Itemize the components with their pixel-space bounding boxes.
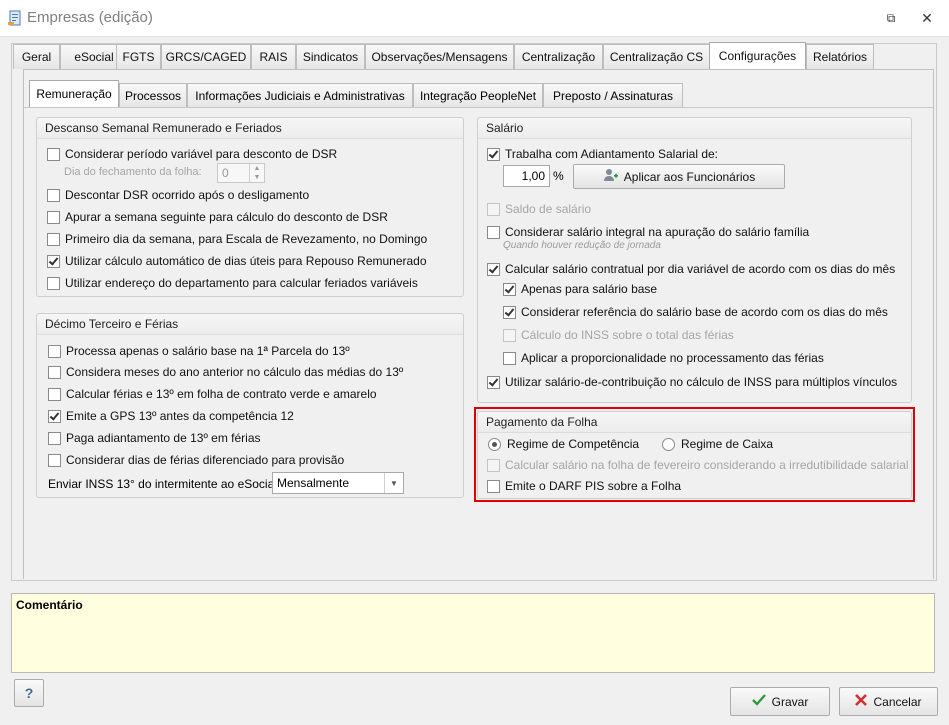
inss-intermitente-label: Enviar INSS 13° do intermitente ao eSoci… <box>48 477 277 491</box>
apply-to-employees-button[interactable]: Aplicar aos Funcionários <box>573 164 785 189</box>
dsr-group-title: Descanso Semanal Remunerado e Feriados <box>37 118 463 139</box>
dsr-periodo-variavel-checkbox[interactable]: Considerar período variável para descont… <box>47 147 337 161</box>
regime-competencia-radio[interactable]: Regime de Competência <box>488 437 639 451</box>
salario-group-title: Salário <box>478 118 911 139</box>
apenas-salario-base-checkbox[interactable]: Apenas para salário base <box>503 282 657 296</box>
tab-observacoes[interactable]: Observações/Mensagens <box>365 44 514 69</box>
tab-rais[interactable]: RAIS <box>251 44 296 69</box>
spinner-arrows-icon[interactable]: ▲ ▼ <box>249 164 264 182</box>
dsr-desligamento-checkbox[interactable]: Descontar DSR ocorrido após o desligamen… <box>47 188 309 202</box>
salario-contratual-checkbox[interactable]: Calcular salário contratual por dia vari… <box>487 262 895 276</box>
checkmark-icon <box>751 694 766 709</box>
percent-sign: % <box>553 169 564 183</box>
tab-relatorios[interactable]: Relatórios <box>806 44 874 69</box>
sub-tabs: Remuneração Processos Informações Judici… <box>29 80 729 108</box>
closing-day-spinner[interactable]: 0 ▲ ▼ <box>217 163 265 183</box>
saldo-salario-checkbox[interactable]: Saldo de salário <box>487 202 591 216</box>
app-icon <box>8 10 22 26</box>
decimo-dias-ferias-checkbox[interactable]: Considerar dias de férias diferenciado p… <box>48 453 344 467</box>
fevereiro-irredutibilidade-checkbox[interactable]: Calcular salário na folha de fevereiro c… <box>487 458 909 472</box>
decimo-meses-anterior-checkbox[interactable]: Considera meses do ano anterior no cálcu… <box>48 365 403 379</box>
adiantamento-percent-input[interactable]: 1,00 <box>503 165 550 187</box>
salario-integral-checkbox[interactable]: Considerar salário integral na apuração … <box>487 225 809 239</box>
chevron-down-icon[interactable]: ▼ <box>384 473 403 493</box>
tab-geral[interactable]: Geral <box>13 44 60 69</box>
subtab-integracao-peoplenet[interactable]: Integração PeopleNet <box>413 83 543 107</box>
tab-configuracoes[interactable]: Configurações <box>709 42 806 69</box>
comment-label: Comentário <box>16 598 83 612</box>
closing-day-label: Dia do fechamento da folha: <box>64 166 202 178</box>
help-icon: ? <box>24 685 34 701</box>
tab-centralizacao-cs[interactable]: Centralização CS <box>603 44 710 69</box>
referencia-salario-base-checkbox[interactable]: Considerar referência do salário base de… <box>503 305 888 319</box>
tab-sindicatos[interactable]: Sindicatos <box>296 44 365 69</box>
cancel-button[interactable]: Cancelar <box>839 687 938 716</box>
decimo-salario-base-checkbox[interactable]: Processa apenas o salário base na 1ª Par… <box>48 344 350 358</box>
dsr-group: Descanso Semanal Remunerado e Feriados <box>36 117 464 297</box>
restore-button[interactable]: ⧉ <box>882 9 900 27</box>
proporcionalidade-ferias-checkbox[interactable]: Aplicar a proporcionalidade no processam… <box>503 351 824 365</box>
regime-caixa-radio[interactable]: Regime de Caixa <box>662 437 773 451</box>
comment-area[interactable]: Comentário <box>11 593 935 673</box>
dsr-semana-seguinte-checkbox[interactable]: Apurar a semana seguinte para cálculo do… <box>47 210 388 224</box>
subtab-processos[interactable]: Processos <box>119 83 187 107</box>
decimo-group-title: Décimo Terceiro e Férias <box>37 314 463 335</box>
tab-fgts[interactable]: FGTS <box>116 44 161 69</box>
salario-contribuicao-checkbox[interactable]: Utilizar salário-de-contribuição no cálc… <box>487 375 897 389</box>
decimo-group: Décimo Terceiro e Férias <box>36 313 464 498</box>
window-title: Empresas (edição) <box>27 9 153 26</box>
close-button[interactable]: ✕ <box>918 9 936 27</box>
decimo-gps-checkbox[interactable]: Emite a GPS 13º antes da competência 12 <box>48 409 294 423</box>
x-icon <box>855 694 868 709</box>
subtab-informacoes-judiciais[interactable]: Informações Judiciais e Administrativas <box>187 83 413 107</box>
inss-intermitente-select[interactable]: Mensalmente ▼ <box>272 472 404 494</box>
help-button[interactable]: ? <box>14 679 44 707</box>
dsr-endereco-checkbox[interactable]: Utilizar endereço do departamento para c… <box>47 276 418 290</box>
users-add-icon <box>603 168 619 185</box>
salario-integral-hint: Quando houver redução de jornada <box>503 240 661 251</box>
save-button[interactable]: Gravar <box>730 687 830 716</box>
title-bar: Empresas (edição) ⧉ ✕ <box>0 0 949 37</box>
restore-icon: ⧉ <box>886 10 896 25</box>
tab-centralizacao[interactable]: Centralização <box>514 44 603 69</box>
checkbox-box[interactable] <box>47 147 60 161</box>
decimo-adiantamento-ferias-checkbox[interactable]: Paga adiantamento de 13º em férias <box>48 431 261 445</box>
adiantamento-checkbox[interactable]: Trabalha com Adiantamento Salarial de: <box>487 147 718 161</box>
subtab-preposto[interactable]: Preposto / Assinaturas <box>543 83 683 107</box>
darf-pis-checkbox[interactable]: Emite o DARF PIS sobre a Folha <box>487 479 681 493</box>
close-icon: ✕ <box>921 9 933 26</box>
subtab-remuneracao[interactable]: Remuneração <box>29 80 119 107</box>
dsr-dias-uteis-checkbox[interactable]: Utilizar cálculo automático de dias útei… <box>47 254 427 268</box>
inss-total-ferias-checkbox[interactable]: Cálculo do INSS sobre o total das férias <box>503 328 734 342</box>
decimo-verde-amarelo-checkbox[interactable]: Calcular férias e 13º em folha de contra… <box>48 387 377 401</box>
dsr-primeiro-dia-checkbox[interactable]: Primeiro dia da semana, para Escala de R… <box>47 232 427 246</box>
tab-grcs-caged[interactable]: GRCS/CAGED <box>161 44 251 69</box>
